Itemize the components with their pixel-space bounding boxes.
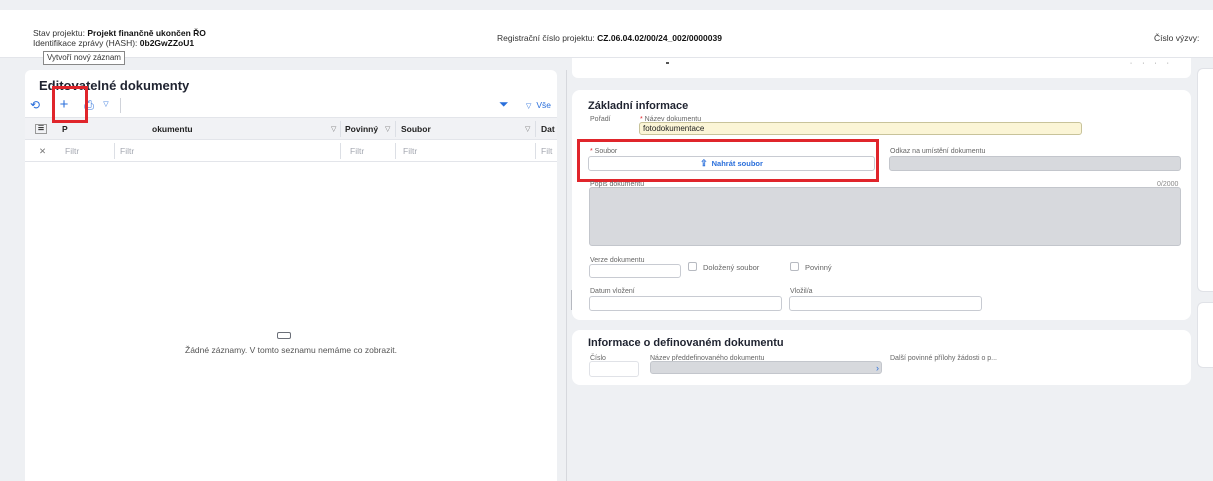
grid-filter-row: ✕ Filtr Filtr Filtr Filtr Filt	[25, 140, 557, 162]
chevron-down-icon[interactable]: ▽	[98, 97, 114, 113]
highlight-add-button	[52, 86, 88, 123]
project-state-value: Projekt finančně ukončen ŘO	[87, 28, 206, 38]
call-number-label: Číslo výzvy:	[1154, 33, 1200, 43]
all-filter-dropdown[interactable]: ▽ Vše	[526, 100, 551, 110]
proven-file-checkbox[interactable]	[688, 262, 697, 271]
project-header: Stav projektu: Projekt finančně ukončen …	[0, 10, 1213, 58]
refresh-icon[interactable]: ⟲	[27, 97, 43, 113]
sort-icon[interactable]: ▽	[385, 125, 390, 133]
mandatory-label: Povinný	[805, 263, 832, 272]
highlight-upload-area	[577, 139, 879, 182]
strip-dots: · · · ·	[1129, 60, 1173, 67]
strip-marker	[666, 62, 669, 64]
filter-name[interactable]: Filtr	[120, 140, 220, 162]
defined-doc-title: Informace o definovaném dokumentu	[588, 337, 784, 349]
top-info-strip: · · · ·	[572, 58, 1191, 78]
description-label: Popis dokumentu	[590, 181, 645, 188]
project-state-block: Stav projektu: Projekt finančně ukončen …	[33, 28, 206, 48]
registration-value: CZ.06.04.02/00/24_002/0000039	[597, 33, 722, 43]
column-divider	[535, 121, 536, 137]
registration-number: Registrační číslo projektu: CZ.06.04.02/…	[497, 33, 722, 43]
column-divider	[395, 143, 396, 159]
all-filter-label: Vše	[536, 100, 551, 110]
insert-date-input[interactable]	[589, 296, 782, 311]
column-divider	[535, 143, 536, 159]
side-panel-edge	[1197, 302, 1213, 368]
document-name-value: fotodokumentace	[643, 124, 705, 133]
column-header-mandatory[interactable]: Povinný	[345, 118, 385, 140]
toolbar-divider	[120, 98, 121, 113]
number-input[interactable]	[589, 361, 639, 377]
funnel-icon[interactable]: ⏷	[499, 97, 509, 112]
column-header-date[interactable]: Dat	[541, 118, 557, 140]
hash-label: Identifikace zprávy (HASH):	[33, 38, 138, 48]
inserted-by-label: Vložil/a	[790, 288, 813, 295]
filter-date[interactable]: Filt	[541, 140, 557, 162]
caret-down-icon: ▽	[525, 103, 532, 110]
sort-icon[interactable]: ▽	[331, 125, 336, 133]
predefined-doc-select[interactable]: ›	[650, 361, 882, 374]
location-label: Odkaz na umístění dokumentu	[890, 148, 986, 155]
add-record-tooltip: Vytvoří nový záznam	[43, 51, 125, 65]
panel-divider[interactable]	[566, 70, 567, 481]
editable-documents-panel: Editovatelné dokumenty ⟲ + ⎙ ▽ ⏷ ▽ Vše ☰ …	[25, 70, 557, 481]
filter-mandatory[interactable]: Filtr	[350, 140, 390, 162]
version-input[interactable]	[589, 264, 681, 278]
column-divider	[395, 121, 396, 137]
chevron-right-icon[interactable]: ›	[876, 363, 879, 373]
order-label: Pořadí	[590, 116, 611, 123]
empty-tray-icon	[277, 332, 291, 339]
filter-order[interactable]: Filtr	[65, 140, 105, 162]
document-location-input[interactable]	[889, 156, 1181, 171]
hash-value: 0b2GwZZoU1	[139, 38, 195, 48]
column-header-name[interactable]: okumentu	[152, 118, 312, 140]
filter-file[interactable]: Filtr	[403, 140, 443, 162]
insert-date-label: Datum vložení	[590, 288, 635, 295]
column-divider	[340, 121, 341, 137]
column-divider	[114, 143, 115, 159]
mandatory-checkbox[interactable]	[790, 262, 799, 271]
empty-state-text: Žádné záznamy. V tomto seznamu nemáme co…	[185, 345, 397, 355]
side-panel-edge	[1197, 68, 1213, 292]
proven-file-label: Doložený soubor	[703, 263, 760, 272]
project-state-label: Stav projektu:	[33, 28, 85, 38]
clear-filter-icon[interactable]: ✕	[39, 140, 49, 162]
inserted-by-input[interactable]	[789, 296, 982, 311]
document-name-input[interactable]: fotodokumentace	[639, 122, 1082, 135]
basic-info-title: Základní informace	[588, 100, 689, 112]
registration-label: Registrační číslo projektu:	[497, 33, 595, 43]
sort-icon[interactable]: ▽	[525, 125, 530, 133]
grid-header-row: ☰ P okumentu ▽ Povinný ▽ Soubor ▽ Dat	[25, 118, 557, 140]
column-settings-icon[interactable]: ☰	[35, 124, 47, 134]
description-textarea[interactable]	[589, 187, 1181, 246]
column-divider	[340, 143, 341, 159]
other-attachments-label: Další povinné přílohy žádosti o p...	[890, 355, 998, 362]
grid-toolbar: ⟲ + ⎙ ▽ ⏷ ▽ Vše	[25, 94, 557, 118]
column-header-file[interactable]: Soubor	[401, 118, 441, 140]
version-label: Verze dokumentu	[590, 257, 645, 264]
